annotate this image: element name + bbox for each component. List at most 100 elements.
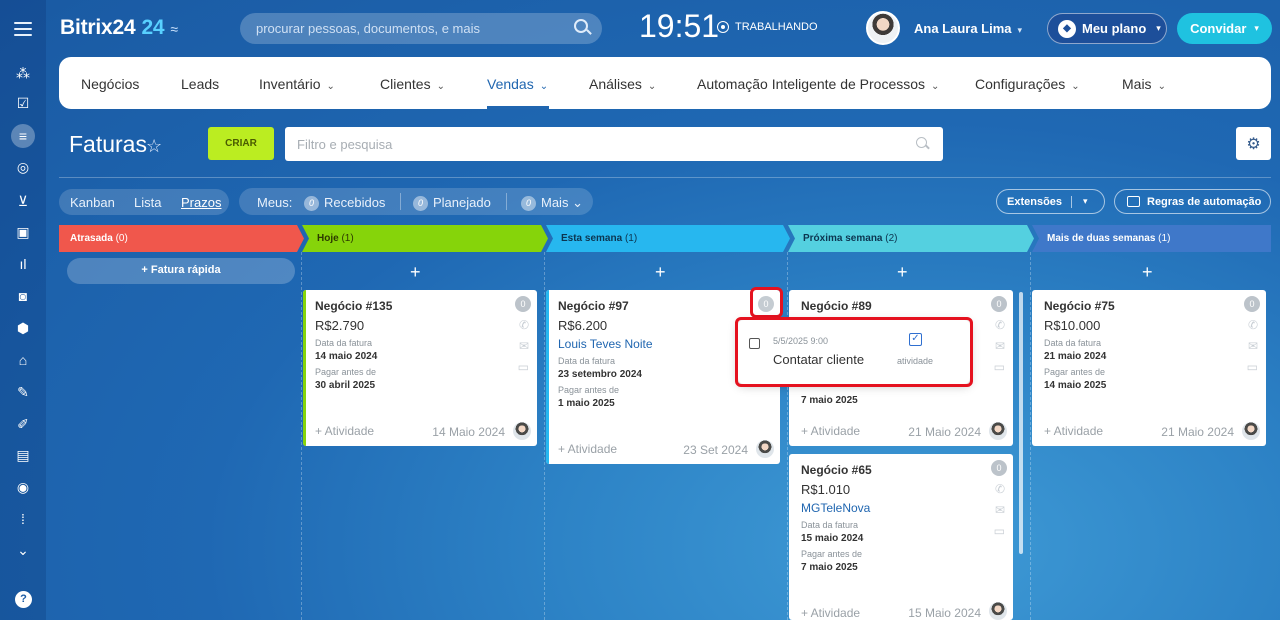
circle-icon[interactable]: ◉: [11, 476, 35, 498]
nav-mais[interactable]: Mais ⌄: [1122, 76, 1166, 92]
popup-highlight: [735, 317, 973, 387]
nav-leads[interactable]: Leads: [181, 76, 219, 92]
activity-counter[interactable]: 0: [515, 296, 531, 312]
meus-label: Meus:: [257, 195, 293, 210]
filter-mais[interactable]: 0 Mais ⌄: [521, 195, 583, 211]
star-icon[interactable]: ☆: [146, 136, 162, 157]
card-title[interactable]: Negócio #65: [801, 463, 1013, 477]
card-title[interactable]: Negócio #135: [315, 299, 537, 313]
my-filters: Meus: 0 Recebidos 0 Planejado 0 Mais ⌄: [239, 188, 593, 215]
avatar[interactable]: [1242, 422, 1260, 440]
scrollbar[interactable]: [1019, 292, 1023, 554]
nav-negocios[interactable]: Negócios: [81, 76, 139, 92]
chat-icon[interactable]: ▭: [518, 361, 529, 373]
card-title[interactable]: Negócio #97: [558, 299, 780, 313]
phone-icon[interactable]: ✆: [1248, 319, 1258, 331]
activity-counter[interactable]: 0: [991, 460, 1007, 476]
create-button[interactable]: CRIAR: [208, 127, 274, 160]
mail-icon[interactable]: ✉: [995, 340, 1005, 352]
filter-icon[interactable]: ≡: [11, 124, 35, 148]
column-proxima-semana[interactable]: Próxima semana (2): [795, 225, 898, 252]
deal-card-75[interactable]: Negócio #75 R$10.000 Data da fatura 21 m…: [1032, 290, 1266, 446]
calendar-icon[interactable]: ▤: [11, 444, 35, 466]
add-activity-link[interactable]: + Atividade: [315, 424, 374, 438]
add-proxima-semana-button[interactable]: +: [897, 262, 908, 283]
add-activity-link[interactable]: + Atividade: [1044, 424, 1103, 438]
card-title[interactable]: Negócio #89: [801, 299, 1013, 313]
chat-icon[interactable]: ▭: [994, 361, 1005, 373]
avatar[interactable]: [513, 422, 531, 440]
menu-icon[interactable]: [14, 22, 32, 36]
chevron-circle-icon[interactable]: ⌄: [11, 539, 35, 561]
flow-icon[interactable]: ⁂: [11, 62, 35, 84]
extensions-button[interactable]: Extensões ▾: [996, 189, 1105, 214]
nav-analises[interactable]: Análises ⌄: [589, 76, 656, 92]
work-status[interactable]: TRABALHANDO: [717, 21, 818, 33]
target-icon[interactable]: ◎: [11, 156, 35, 178]
add-hoje-button[interactable]: +: [410, 262, 421, 283]
nav-clientes[interactable]: Clientes ⌄: [380, 76, 445, 92]
add-activity-link[interactable]: + Atividade: [801, 606, 860, 620]
help-icon[interactable]: ?: [15, 591, 32, 608]
filter-planejado[interactable]: 0 Planejado: [413, 195, 491, 211]
add-mais-duas-semanas-button[interactable]: +: [1142, 262, 1153, 283]
card-amount: R$10.000: [1044, 318, 1101, 333]
document-edit-icon[interactable]: ✐: [11, 413, 35, 435]
column-esta-semana[interactable]: Esta semana (1): [553, 225, 637, 252]
robot-icon[interactable]: ◙: [11, 285, 35, 307]
card-title[interactable]: Negócio #75: [1044, 299, 1266, 313]
settings-button[interactable]: ⚙: [1236, 127, 1271, 160]
deal-card-135[interactable]: Negócio #135 R$2.790 Data da fatura 14 m…: [303, 290, 537, 446]
automation-rules-button[interactable]: Regras de automação: [1114, 189, 1271, 214]
bank-icon[interactable]: ⌂: [11, 349, 35, 371]
avatar[interactable]: [989, 602, 1007, 620]
search-icon: [916, 137, 927, 148]
nav-configuracoes[interactable]: Configurações ⌄: [975, 76, 1080, 92]
view-lista[interactable]: Lista: [134, 195, 161, 210]
avatar[interactable]: [866, 11, 900, 45]
search-input[interactable]: procurar pessoas, documentos, e mais: [240, 13, 602, 44]
add-activity-link[interactable]: + Atividade: [558, 442, 617, 456]
automation-icon: [1127, 196, 1140, 207]
logo[interactable]: Bitrix24 24 ≈: [60, 16, 178, 40]
phone-icon[interactable]: ✆: [519, 319, 529, 331]
bar-chart-icon[interactable]: ıl: [11, 253, 35, 275]
chat-icon[interactable]: ▭: [994, 525, 1005, 537]
checkbox-icon[interactable]: ☑: [11, 92, 35, 114]
contact-card-icon[interactable]: ▣: [11, 221, 35, 243]
view-prazos[interactable]: Prazos: [181, 195, 221, 210]
clock: 19:51: [639, 8, 720, 44]
avatar[interactable]: [756, 440, 774, 458]
nav-automacao[interactable]: Automação Inteligente de Processos ⌄: [697, 76, 939, 92]
avatar[interactable]: [989, 422, 1007, 440]
phone-icon[interactable]: ✆: [995, 319, 1005, 331]
client-link[interactable]: MGTeleNova: [801, 501, 1013, 515]
activity-counter[interactable]: 0: [1244, 296, 1260, 312]
chat-icon[interactable]: ▭: [1247, 361, 1258, 373]
invite-button[interactable]: Convidar ▾: [1177, 13, 1272, 44]
phone-icon[interactable]: ✆: [995, 483, 1005, 495]
box-icon[interactable]: ⬢: [11, 317, 35, 339]
user-menu[interactable]: Ana Laura Lima ▾: [914, 21, 1022, 36]
add-activity-link[interactable]: + Atividade: [801, 424, 860, 438]
mail-icon[interactable]: ✉: [1248, 340, 1258, 352]
quick-invoice-button[interactable]: + Fatura rápida: [67, 258, 295, 284]
view-kanban[interactable]: Kanban: [70, 195, 115, 210]
mail-icon[interactable]: ✉: [519, 340, 529, 352]
deal-card-65[interactable]: Negócio #65 R$1.010 MGTeleNova Data da f…: [789, 454, 1013, 620]
column-hoje[interactable]: Hoje (1): [309, 225, 354, 252]
add-esta-semana-button[interactable]: +: [655, 262, 666, 283]
mail-icon[interactable]: ✉: [995, 504, 1005, 516]
dots-icon[interactable]: ⁞: [11, 508, 35, 530]
plan-button[interactable]: ◆ Meu plano ▾: [1047, 13, 1167, 44]
diamond-icon: ◆: [1058, 19, 1076, 38]
column-atrasada[interactable]: Atrasada (0): [62, 225, 128, 252]
filter-recebidos[interactable]: 0 Recebidos: [304, 195, 385, 211]
column-mais-duas-semanas[interactable]: Mais de duas semanas (1): [1039, 225, 1170, 252]
activity-counter[interactable]: 0: [991, 296, 1007, 312]
filter-input[interactable]: Filtro e pesquisa: [285, 127, 943, 161]
nav-inventario[interactable]: Inventário ⌄: [259, 76, 335, 92]
nav-vendas[interactable]: Vendas ⌄: [487, 76, 548, 92]
sign-icon[interactable]: ✎: [11, 381, 35, 403]
cart-icon[interactable]: ⊻: [11, 190, 35, 212]
